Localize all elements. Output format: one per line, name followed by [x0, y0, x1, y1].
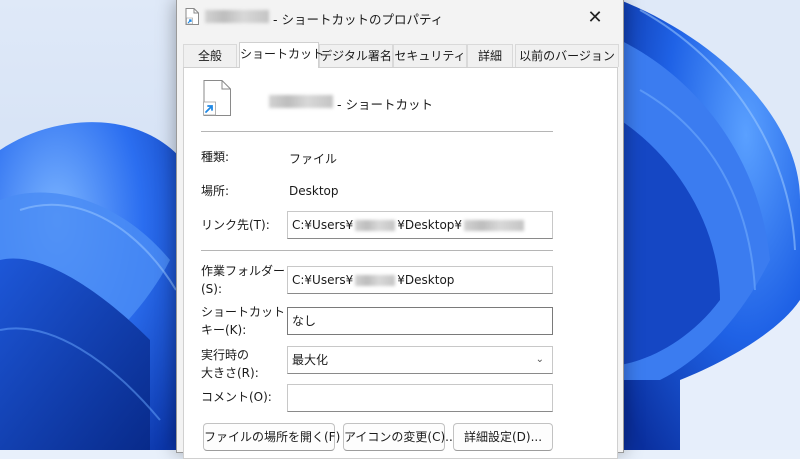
type-value: ファイル: [289, 152, 338, 166]
target-middle: ¥Desktop¥: [397, 218, 463, 232]
start-in-suffix: ¥Desktop: [397, 273, 455, 287]
run-select-value: 最大化: [292, 353, 329, 367]
separator: [201, 250, 553, 251]
target-input[interactable]: C:¥Users¥ ¥Desktop¥: [287, 211, 553, 239]
target-label: リンク先(T):: [201, 218, 270, 232]
start-in-label-line2: (S):: [201, 282, 223, 296]
location-label: 場所:: [201, 184, 230, 198]
tab-shortcut[interactable]: ショートカット: [239, 42, 324, 68]
redacted-username: [355, 275, 396, 286]
redacted-username: [355, 220, 396, 231]
tab-security[interactable]: セキュリティ: [393, 44, 467, 67]
shortcut-name: - ショートカット: [337, 97, 433, 112]
location-value: Desktop: [289, 184, 339, 198]
hotkey-label-line2: キー(K):: [201, 323, 247, 337]
tab-previous-versions[interactable]: 以前のバージョン: [515, 44, 619, 67]
properties-dialog: - ショートカットのプロパティ ✕ 全般 ショートカット デジタル署名 セキュリ…: [176, 0, 624, 459]
run-label-line1: 実行時の: [201, 348, 250, 362]
title-bar[interactable]: - ショートカットのプロパティ ✕: [177, 0, 623, 34]
start-in-prefix: C:¥Users¥: [292, 273, 354, 287]
comment-label: コメント(O):: [201, 390, 272, 404]
run-label-line2: 大きさ(R):: [201, 366, 259, 380]
close-icon: ✕: [587, 6, 603, 28]
redacted-filename: [269, 95, 333, 108]
redacted-filename: [464, 220, 525, 231]
hotkey-label-line1: ショートカット: [201, 305, 286, 319]
type-label: 種類:: [201, 150, 230, 164]
redacted-filename: [205, 10, 269, 23]
change-icon-button[interactable]: アイコンの変更(C)...: [343, 423, 457, 451]
separator: [201, 131, 553, 132]
window-title: - ショートカットのプロパティ: [273, 12, 444, 27]
chevron-down-icon: ⌄: [535, 354, 544, 365]
tab-details[interactable]: 詳細: [467, 44, 513, 67]
start-in-label-line1: 作業フォルダー: [201, 264, 286, 278]
run-select[interactable]: 最大化 ⌄: [287, 346, 553, 374]
shortcut-file-icon: [185, 8, 199, 25]
tab-general[interactable]: 全般: [183, 44, 237, 67]
hotkey-label: ショートカット キー(K):: [201, 303, 285, 339]
comment-input[interactable]: [287, 384, 553, 412]
run-label: 実行時の 大きさ(R):: [201, 346, 259, 382]
tab-digital-signature[interactable]: デジタル署名: [319, 44, 393, 67]
open-file-location-button[interactable]: ファイルの場所を開く(F): [203, 423, 340, 451]
target-prefix: C:¥Users¥: [292, 218, 354, 232]
hotkey-input[interactable]: なし: [287, 307, 553, 335]
start-in-label: 作業フォルダー (S):: [201, 262, 285, 298]
start-in-input[interactable]: C:¥Users¥ ¥Desktop: [287, 266, 553, 294]
advanced-button[interactable]: 詳細設定(D)...: [453, 423, 553, 451]
close-button[interactable]: ✕: [573, 3, 617, 31]
shortcut-file-icon: [203, 80, 231, 116]
